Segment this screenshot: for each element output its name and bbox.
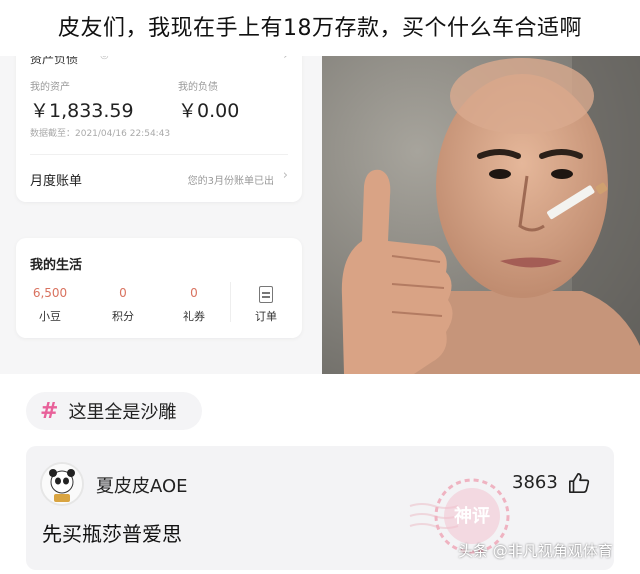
assets-title: 资产负债 (30, 56, 79, 66)
panda-avatar-icon (42, 464, 82, 504)
order-icon (259, 286, 273, 303)
data-timestamp: 数据截至：2021/04/16 22:54:43 (30, 129, 171, 139)
life-item-num: 0 (119, 286, 127, 300)
monthly-bill-title[interactable]: 月度账单 (30, 170, 82, 189)
my-debt-value: ￥0.00 (178, 100, 240, 122)
topic-tag[interactable]: # 这里全是沙雕 (26, 392, 202, 430)
life-title: 我的生活 (30, 258, 83, 273)
topic-tag-label: 这里全是沙雕 (68, 402, 177, 423)
divider (230, 282, 231, 322)
finance-app-screenshot: 资产负债 ◎ › 我的资产 ￥1,833.59 我的负债 ￥0.00 数据截至：… (0, 56, 322, 374)
life-item-points[interactable]: 0 积分 (93, 286, 153, 324)
life-item-beans[interactable]: 6,500 小豆 (20, 286, 80, 324)
selfie-photo (322, 56, 640, 374)
headline: 皮友们，我现在手上有18万存款，买个什么车合适啊 (58, 16, 582, 41)
man-thumbs-up-image (322, 56, 640, 374)
life-item-num: 0 (190, 286, 198, 300)
chevron-right-icon[interactable]: › (283, 56, 288, 62)
life-item-label: 小豆 (39, 310, 61, 323)
assets-card: 资产负债 ◎ › 我的资产 ￥1,833.59 我的负债 ￥0.00 数据截至：… (16, 56, 302, 202)
eye-icon: ◎ (100, 56, 109, 61)
my-life-card: 我的生活 6,500 小豆 0 积分 0 礼券 订单 (16, 238, 302, 338)
life-item-label: 积分 (112, 310, 134, 323)
my-assets-value: ￥1,833.59 (30, 100, 134, 122)
my-debt-label: 我的负债 (178, 82, 218, 93)
chevron-right-icon[interactable]: › (283, 168, 288, 183)
thumbs-up-icon[interactable] (568, 472, 590, 494)
monthly-bill-note: 您的3月份账单已出 (187, 176, 274, 187)
like-count: 3863 (512, 472, 558, 493)
life-item-coupons[interactable]: 0 礼券 (164, 286, 224, 324)
life-item-orders[interactable]: 订单 (236, 286, 296, 324)
life-item-num: 6,500 (32, 286, 68, 300)
stamp-text: 神评 (454, 505, 490, 527)
avatar[interactable] (40, 462, 84, 506)
comment-text: 先买瓶莎普爱思 (42, 522, 182, 546)
hash-icon: # (40, 398, 59, 424)
life-item-label: 订单 (255, 310, 277, 323)
divider (30, 154, 288, 155)
watermark: 头条 @非凡视角观体育 (458, 542, 613, 560)
my-assets-label: 我的资产 (30, 82, 70, 93)
comment-username[interactable]: 夏皮皮AOE (96, 472, 188, 498)
life-item-label: 礼券 (183, 310, 205, 323)
